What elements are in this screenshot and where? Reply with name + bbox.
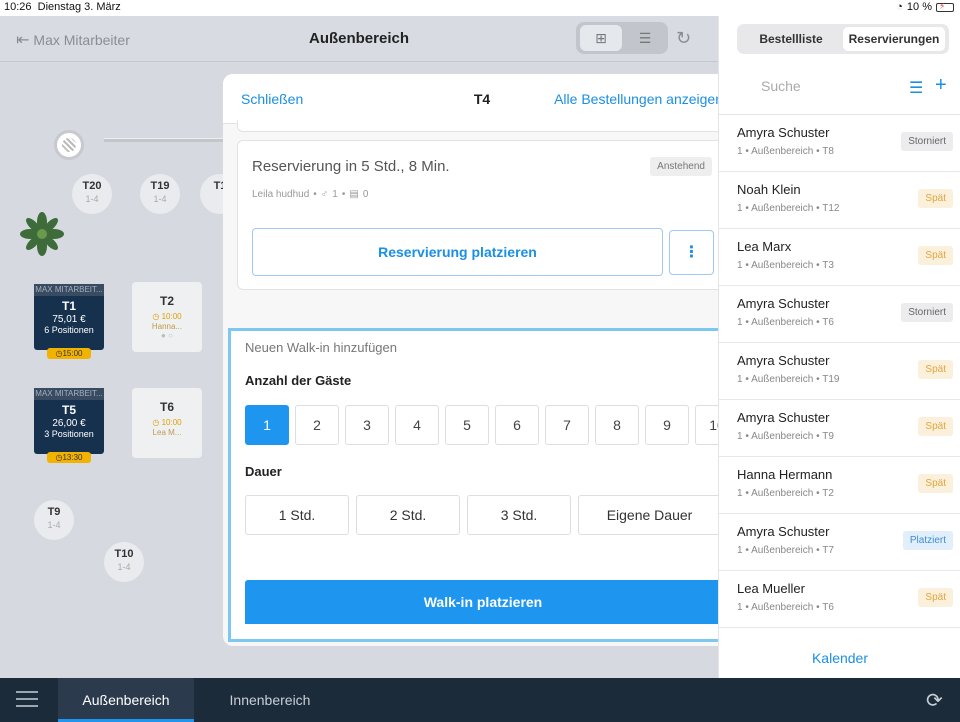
status-badge: Anstehend bbox=[650, 157, 712, 176]
t5-time-badge: ◷13:30 bbox=[47, 452, 91, 463]
grid-view-icon[interactable]: ⊞ bbox=[580, 25, 622, 51]
table-t19[interactable]: T19 1-4 bbox=[140, 174, 180, 214]
guest-count-label: Anzahl der Gäste bbox=[245, 373, 352, 388]
duration-option-3[interactable]: 3 Std. bbox=[467, 495, 571, 535]
pager-dots: ● ○ bbox=[161, 331, 173, 340]
guest-count-selector: 1 2 3 4 5 6 7 8 9 10 bbox=[245, 405, 721, 449]
table-t10[interactable]: T10 1-4 bbox=[104, 542, 144, 582]
view-toggle: ⊞ ☰ bbox=[576, 22, 668, 54]
list-item[interactable]: Noah Klein 1 • Außenbereich • T12 Spät bbox=[719, 172, 960, 229]
guest-option-7[interactable]: 7 bbox=[545, 405, 589, 445]
status-time: 10:26 Dienstag 3. März bbox=[4, 1, 121, 13]
duration-label: Dauer bbox=[245, 464, 282, 479]
battery-percent: 10 % bbox=[906, 1, 932, 13]
bottom-nav: Außenbereich Innenbereich ⟳ bbox=[0, 678, 960, 722]
reservation-meta: Leila hudhud • ♂ 1 • ▤ 0 bbox=[252, 189, 369, 200]
reservation-title: Reservierung in 5 Std., 8 Min. bbox=[252, 158, 450, 175]
table-t20[interactable]: T20 1-4 bbox=[72, 174, 112, 214]
list-item[interactable]: Amyra Schuster 1 • Außenbereich • T6 Sto… bbox=[719, 286, 960, 343]
duration-option-2[interactable]: 2 Std. bbox=[356, 495, 460, 535]
calendar-link[interactable]: Kalender bbox=[719, 650, 960, 666]
duration-option-custom[interactable]: Eigene Dauer bbox=[578, 495, 721, 535]
more-options-button[interactable]: ⋮ bbox=[669, 230, 714, 275]
reservation-list: Amyra Schuster 1 • Außenbereich • T8 Sto… bbox=[719, 114, 960, 642]
status-badge: Spät bbox=[918, 588, 953, 607]
wifi-icon: ◔ bbox=[896, 1, 903, 13]
table-t6[interactable]: T6 ◷ 10:00 Lea M... bbox=[132, 388, 202, 458]
table-t9[interactable]: T9 1-4 bbox=[34, 500, 74, 540]
panel-tabs: Bestellliste Reservierungen bbox=[737, 24, 949, 54]
walkin-title: Neuen Walk-in hinzufügen bbox=[245, 340, 397, 355]
list-item[interactable]: Lea Mueller 1 • Außenbereich • T6 Spät bbox=[719, 571, 960, 628]
status-badge: Spät bbox=[918, 417, 953, 436]
guest-option-6[interactable]: 6 bbox=[495, 405, 539, 445]
search-input[interactable]: Suche bbox=[761, 78, 801, 94]
table-t5[interactable]: MAX MITARBEIT... T5 26,00 € 3 Positionen bbox=[34, 388, 104, 454]
all-orders-link[interactable]: Alle Bestellungen anzeigen bbox=[554, 91, 723, 107]
status-badge: Storniert bbox=[901, 132, 953, 151]
duration-option-1[interactable]: 1 Std. bbox=[245, 495, 349, 535]
list-item[interactable]: Amyra Schuster 1 • Außenbereich • T19 Sp… bbox=[719, 343, 960, 400]
person-icon: ♂ bbox=[320, 189, 329, 200]
guest-option-8[interactable]: 8 bbox=[595, 405, 639, 445]
table-t2[interactable]: T2 ◷ 10:00 Hanna... ● ○ bbox=[132, 282, 202, 352]
refresh-icon[interactable]: ↻ bbox=[676, 28, 691, 49]
status-right: ◔ 10 % bbox=[896, 1, 954, 13]
tab-order-list[interactable]: Bestellliste bbox=[741, 27, 841, 51]
filter-icon[interactable]: ☰ bbox=[909, 78, 923, 98]
plant-icon bbox=[20, 212, 64, 256]
battery-icon bbox=[936, 1, 954, 12]
guest-option-1[interactable]: 1 bbox=[245, 405, 289, 445]
table-modal: Schließen T4 Alle Bestellungen anzeigen … bbox=[223, 74, 741, 646]
reservations-panel: Bestellliste Reservierungen Suche ☰ + Am… bbox=[718, 16, 960, 678]
menu-icon[interactable] bbox=[16, 691, 38, 707]
place-reservation-button[interactable]: Reservierung platzieren bbox=[252, 228, 663, 276]
status-bar: 10:26 Dienstag 3. März ◔ 10 % bbox=[0, 0, 960, 16]
place-walkin-button[interactable]: Walk-in platzieren bbox=[245, 580, 721, 624]
list-item[interactable]: Lea Marx 1 • Außenbereich • T3 Spät bbox=[719, 229, 960, 286]
reservation-card: Reservierung in 5 Std., 8 Min. Anstehend… bbox=[237, 140, 727, 290]
guest-option-5[interactable]: 5 bbox=[445, 405, 489, 445]
guest-option-3[interactable]: 3 bbox=[345, 405, 389, 445]
status-badge: Spät bbox=[918, 189, 953, 208]
list-item[interactable]: Amyra Schuster 1 • Außenbereich • T8 Sto… bbox=[719, 115, 960, 172]
list-item[interactable]: Hanna Hermann 1 • Außenbereich • T2 Spät bbox=[719, 457, 960, 514]
status-badge: Platziert bbox=[902, 531, 953, 550]
tab-indoor[interactable]: Innenbereich bbox=[210, 678, 330, 722]
tab-outdoor[interactable]: Außenbereich bbox=[58, 678, 194, 722]
guest-option-2[interactable]: 2 bbox=[295, 405, 339, 445]
walkin-section: Neuen Walk-in hinzufügen Anzahl der Gäst… bbox=[228, 328, 738, 642]
sync-icon[interactable]: ⟳ bbox=[926, 688, 943, 713]
modal-header: Schließen T4 Alle Bestellungen anzeigen bbox=[223, 74, 741, 124]
receipt-icon: ▤ bbox=[349, 189, 359, 200]
list-view-icon[interactable]: ☰ bbox=[624, 25, 666, 51]
status-badge: Spät bbox=[918, 474, 953, 493]
add-icon[interactable]: + bbox=[935, 74, 947, 97]
floor-topbar: ⇤ Max Mitarbeiter Außenbereich ⊞ ☰ ↻ bbox=[0, 16, 718, 62]
status-badge: Storniert bbox=[901, 303, 953, 322]
guest-option-9[interactable]: 9 bbox=[645, 405, 689, 445]
drain-icon bbox=[54, 130, 84, 160]
floor-rail bbox=[104, 138, 224, 142]
table-t1[interactable]: MAX MITARBEIT... T1 75,01 € 6 Positionen bbox=[34, 284, 104, 350]
reservation-search: Suche ☰ + bbox=[719, 74, 960, 104]
status-badge: Spät bbox=[918, 360, 953, 379]
t1-time-badge: ◷15:00 bbox=[47, 348, 91, 359]
tab-reservations[interactable]: Reservierungen bbox=[843, 27, 945, 51]
previous-card bbox=[237, 120, 727, 132]
list-item[interactable]: Amyra Schuster 1 • Außenbereich • T9 Spä… bbox=[719, 400, 960, 457]
list-item[interactable]: Amyra Schuster 1 • Außenbereich • T7 Pla… bbox=[719, 514, 960, 571]
status-badge: Spät bbox=[918, 246, 953, 265]
guest-option-4[interactable]: 4 bbox=[395, 405, 439, 445]
